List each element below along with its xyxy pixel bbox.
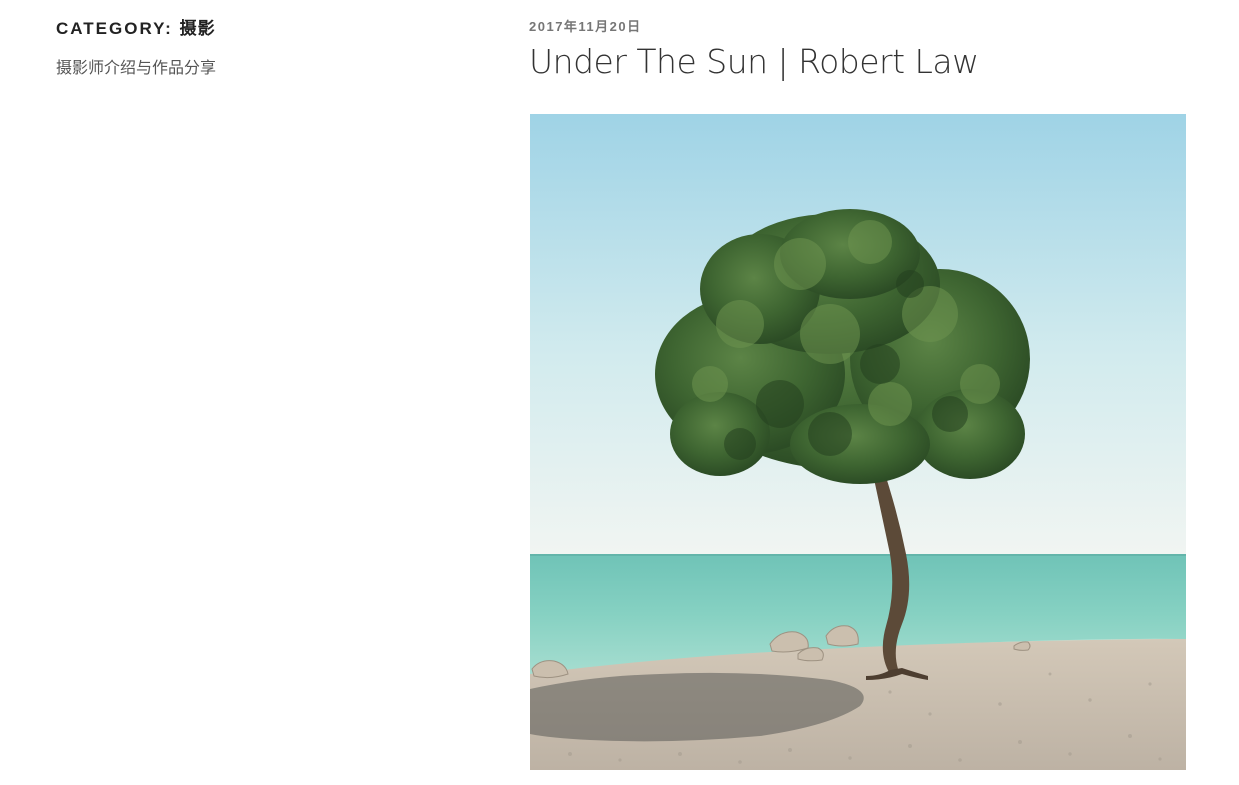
archive-description: 摄影师介绍与作品分享 — [56, 58, 217, 77]
featured-image-link[interactable] — [530, 114, 1186, 770]
post-title-link[interactable]: Under The Sun | Robert Law — [529, 42, 979, 81]
post-date-link[interactable]: 2017年11月20日 — [529, 18, 1189, 36]
lone-tree-on-beach-photo — [530, 114, 1186, 770]
post-entry: 2017年11月20日 Under The Sun | Robert Law — [529, 18, 1189, 82]
archive-term: 摄影 — [179, 19, 216, 38]
post-title: Under The Sun | Robert Law — [529, 42, 1189, 82]
archive-label: CATEGORY: — [56, 19, 173, 38]
archive-header: CATEGORY: 摄影 摄影师介绍与作品分享 — [56, 18, 456, 79]
archive-title: CATEGORY: 摄影 — [56, 18, 456, 40]
